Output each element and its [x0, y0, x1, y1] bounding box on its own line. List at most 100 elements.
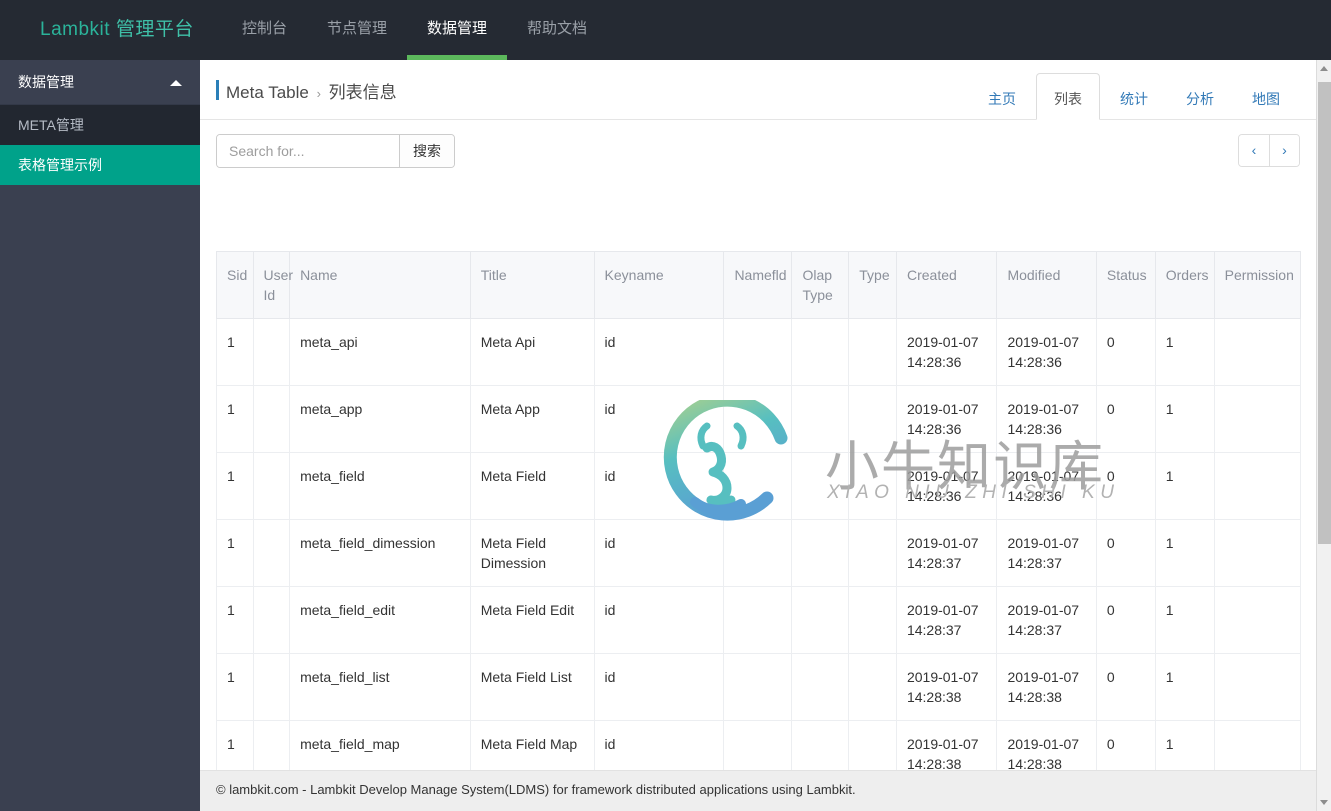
nav-item-label: 控制台: [242, 20, 288, 37]
table-cell-sid: 1: [216, 452, 254, 520]
table-header-cell-olap_type[interactable]: Olap Type: [791, 251, 850, 319]
table-cell-status: 0: [1095, 385, 1156, 453]
table-row[interactable]: 1 meta_field_list Meta Field List id 2019-01…: [216, 653, 1301, 721]
table-cell-permission: [1213, 385, 1301, 453]
table-row[interactable]: 1 meta_field_dimession Meta Field Dimessio…: [216, 519, 1301, 587]
table-cell-permission: [1213, 586, 1301, 654]
scrollbar-top-gutter: [1316, 0, 1331, 60]
tab-label: 分析: [1186, 91, 1214, 107]
next-page-button[interactable]: ›: [1269, 135, 1299, 166]
scrollbar-thumb[interactable]: [1318, 82, 1331, 544]
tab-list[interactable]: 列表: [1036, 73, 1100, 120]
table-header-cell-status[interactable]: Status: [1095, 251, 1156, 319]
table-cell-type: [848, 653, 897, 721]
nav-item-data-manage[interactable]: 数据管理: [407, 0, 508, 60]
prev-page-button[interactable]: ‹: [1239, 135, 1269, 166]
sidebar: 数据管理 META管理 表格管理示例: [0, 60, 200, 811]
table-cell-orders: 1: [1154, 318, 1215, 386]
table-cell-modified: 2019-01-07 14:28:37: [996, 519, 1097, 587]
table-cell-keyname: id: [593, 318, 725, 386]
breadcrumb-root[interactable]: Meta Table: [226, 83, 309, 102]
tab-label: 地图: [1252, 91, 1280, 107]
table-cell-keyname: id: [593, 586, 725, 654]
table-row[interactable]: 1 meta_api Meta Api id 2019-01-07 14:28:36 20…: [216, 318, 1301, 386]
tab-home[interactable]: 主页: [970, 79, 1034, 120]
table-header-cell-name[interactable]: Name: [289, 251, 471, 319]
breadcrumb: Meta Table › 列表信息: [216, 78, 397, 103]
table-cell-keyname: id: [593, 653, 725, 721]
table-cell-modified: 2019-01-07 14:28:38: [996, 653, 1097, 721]
search-button[interactable]: 搜索: [399, 135, 454, 167]
table-cell-name: meta_field_dimession: [289, 519, 471, 587]
table-cell-status: 0: [1095, 653, 1156, 721]
table-cell-keyname: id: [593, 519, 725, 587]
table-cell-created: 2019-01-07 14:28:36: [895, 452, 998, 520]
sidebar-item-label: META管理: [18, 117, 84, 133]
breadcrumb-separator: ›: [316, 86, 321, 101]
search-input[interactable]: [217, 135, 399, 167]
tab-label: 列表: [1054, 91, 1082, 107]
table-cell-created: 2019-01-07 14:28:38: [895, 653, 998, 721]
pagination-controls: ‹ ›: [1238, 134, 1300, 167]
table-cell-user_id: [252, 519, 291, 587]
table-cell-title: Meta Field List: [469, 653, 595, 721]
tab-map[interactable]: 地图: [1234, 79, 1298, 120]
table-cell-sid: 1: [216, 586, 254, 654]
table-cell-sid: 1: [216, 653, 254, 721]
table-header-cell-title[interactable]: Title: [469, 251, 595, 319]
table-cell-user_id: [252, 653, 291, 721]
table-cell-type: [848, 385, 897, 453]
tab-analysis[interactable]: 分析: [1168, 79, 1232, 120]
table-cell-namefld: [723, 519, 793, 587]
brand-logo[interactable]: Lambkit 管理平台: [40, 0, 194, 60]
nav-item-console[interactable]: 控制台: [222, 0, 307, 60]
sidebar-item-meta-manage[interactable]: META管理: [0, 105, 200, 145]
table-cell-type: [848, 452, 897, 520]
table-cell-namefld: [723, 653, 793, 721]
table-cell-orders: 1: [1154, 385, 1215, 453]
table-cell-type: [848, 519, 897, 587]
table-toolbar: 搜索 ‹ ›: [200, 120, 1316, 179]
scroll-down-arrow-icon[interactable]: [1317, 794, 1331, 811]
table-header-cell-orders[interactable]: Orders: [1154, 251, 1215, 319]
table-cell-orders: 1: [1154, 452, 1215, 520]
table-header-cell-type[interactable]: Type: [848, 251, 897, 319]
table-cell-permission: [1213, 318, 1301, 386]
tab-label: 统计: [1120, 91, 1148, 107]
sidebar-item-table-manage-demo[interactable]: 表格管理示例: [0, 145, 200, 185]
sidebar-item-label: 表格管理示例: [18, 157, 102, 173]
table-cell-name: meta_field: [289, 452, 471, 520]
table-header-cell-permission[interactable]: Permission: [1213, 251, 1301, 319]
table-header-row: Sid User Id Name Title Keyname Namefld Olap Ty…: [216, 251, 1301, 319]
sidebar-group-data-manage[interactable]: 数据管理: [0, 60, 200, 105]
table-header-cell-user_id[interactable]: User Id: [252, 251, 293, 319]
table-cell-user_id: [252, 586, 291, 654]
nav-item-node-manage[interactable]: 节点管理: [307, 0, 407, 60]
table-row[interactable]: 1 meta_field Meta Field id 2019-01-07 14:28:…: [216, 452, 1301, 520]
top-navbar: Lambkit 管理平台 控制台 节点管理 数据管理 帮助文档: [0, 0, 1331, 60]
scroll-up-arrow-icon[interactable]: [1317, 60, 1331, 77]
brand-name-cn: 管理平台: [115, 19, 194, 40]
app-root: Lambkit 管理平台 控制台 节点管理 数据管理 帮助文档 数据管理 MET…: [0, 0, 1331, 811]
table-row[interactable]: 1 meta_field_edit Meta Field Edit id 2019-01…: [216, 586, 1301, 654]
view-tabs: 主页 列表 统计 分析 地图: [970, 73, 1300, 120]
table-cell-olap_type: [791, 318, 850, 386]
table-cell-created: 2019-01-07 14:28:36: [895, 385, 998, 453]
page-footer: © lambkit.com - Lambkit Develop Manage S…: [200, 770, 1316, 811]
table-header-cell-created[interactable]: Created: [895, 251, 998, 319]
table-row[interactable]: 1 meta_app Meta App id 2019-01-07 14:28:36 20…: [216, 385, 1301, 453]
table-cell-namefld: [723, 318, 793, 386]
table-cell-status: 0: [1095, 318, 1156, 386]
tab-statistics[interactable]: 统计: [1102, 79, 1166, 120]
table-header-cell-keyname[interactable]: Keyname: [593, 251, 725, 319]
table-cell-modified: 2019-01-07 14:28:36: [996, 318, 1097, 386]
page-scrollbar[interactable]: [1316, 60, 1331, 811]
nav-item-help-docs[interactable]: 帮助文档: [507, 0, 607, 60]
table-cell-created: 2019-01-07 14:28:37: [895, 519, 998, 587]
data-table-container[interactable]: Sid User Id Name Title Keyname Namefld Olap Ty…: [216, 251, 1301, 811]
table-cell-olap_type: [791, 519, 850, 587]
table-header-cell-modified[interactable]: Modified: [996, 251, 1097, 319]
table-cell-created: 2019-01-07 14:28:36: [895, 318, 998, 386]
table-header-cell-namefld[interactable]: Namefld: [723, 251, 793, 319]
table-header-cell-sid[interactable]: Sid: [216, 251, 254, 319]
